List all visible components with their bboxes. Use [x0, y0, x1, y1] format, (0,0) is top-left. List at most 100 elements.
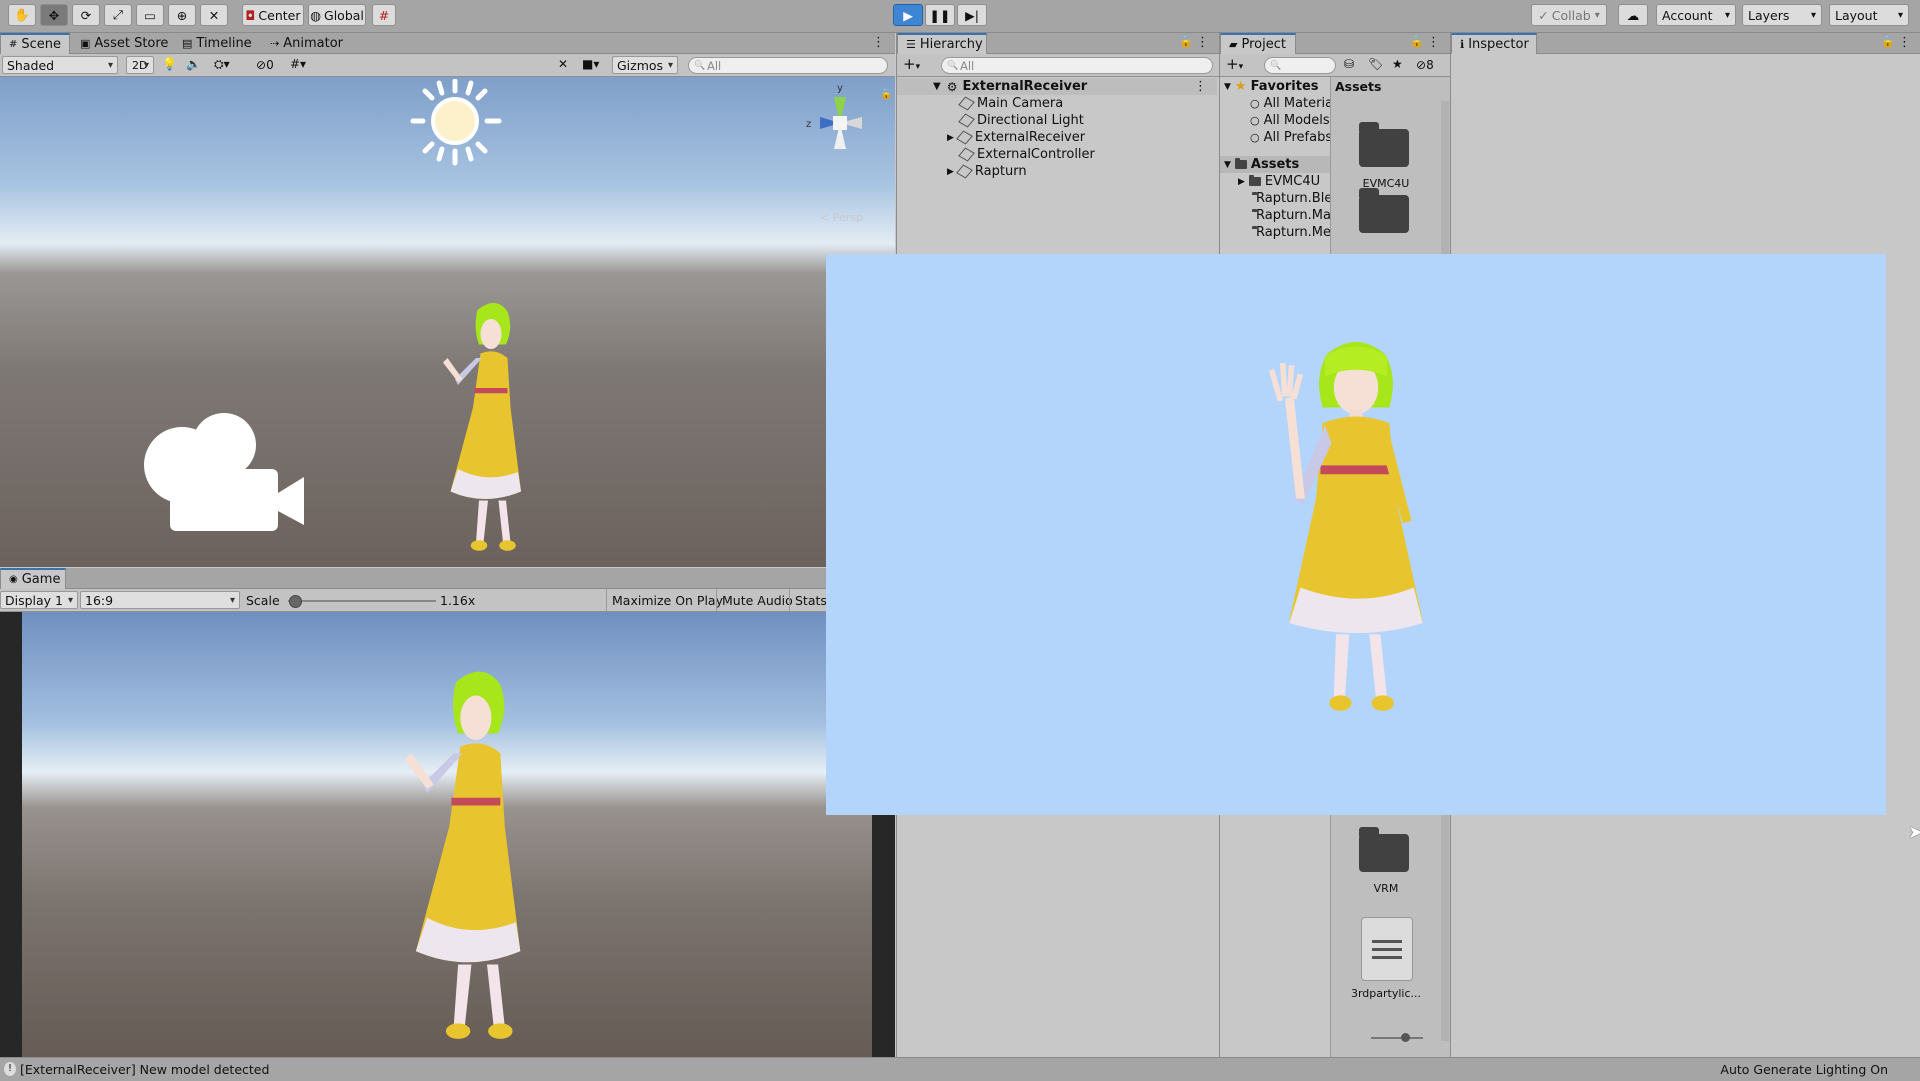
project-tabbar: ▰ Project 🔒 ⋮: [1220, 33, 1450, 54]
inspector-tabbar: ℹ Inspector 🔒 ⋮: [1451, 33, 1920, 54]
avatar-scene-model[interactable]: [430, 295, 540, 565]
expand-arrow-icon[interactable]: ▼: [1224, 160, 1231, 170]
expand-arrow-icon[interactable]: ▶: [1238, 177, 1245, 187]
hierarchy-item-external-controller[interactable]: ExternalController: [897, 146, 1217, 163]
store-icon: ▣: [80, 37, 91, 50]
tab-scene[interactable]: # Scene: [0, 33, 70, 54]
layout-dropdown[interactable]: Layout ▾: [1829, 4, 1909, 26]
lock-icon[interactable]: 🔒: [880, 89, 892, 100]
more-options-icon[interactable]: ⋮: [1194, 79, 1207, 94]
expand-arrow-icon[interactable]: ▼: [1224, 82, 1231, 92]
lock-icon[interactable]: 🔒: [1179, 35, 1193, 48]
favorite-star-icon[interactable]: ★: [1392, 57, 1403, 71]
asset-folder-item[interactable]: ▶ EVMC4U: [1220, 173, 1330, 190]
step-button[interactable]: ▶|: [957, 4, 987, 26]
hierarchy-item-directional-light[interactable]: Directional Light: [897, 112, 1217, 129]
add-icon[interactable]: +▾: [903, 55, 920, 73]
gizmos-dropdown[interactable]: Gizmos: [612, 56, 678, 74]
add-icon[interactable]: +▾: [1226, 55, 1243, 73]
expand-arrow-icon[interactable]: ▶: [947, 133, 954, 143]
effects-icon[interactable]: ⛭▾: [214, 57, 230, 72]
persp-label[interactable]: < Persp: [820, 211, 863, 224]
mute-audio-toggle[interactable]: Mute Audio: [716, 589, 798, 611]
grid-toggle-icon[interactable]: #▾: [290, 57, 306, 71]
tab-inspector[interactable]: ℹ Inspector: [1451, 33, 1537, 54]
favorite-item[interactable]: ○ All Materia: [1220, 95, 1330, 112]
console-message[interactable]: [ExternalReceiver] New model detected: [20, 1062, 269, 1077]
asset-grid-item[interactable]: EVMC4U: [1331, 117, 1441, 197]
collab-dropdown[interactable]: ✓ Collab ▾: [1531, 4, 1607, 26]
move-tool-icon[interactable]: ✥: [40, 4, 68, 26]
expand-arrow-icon[interactable]: ▼: [933, 81, 941, 92]
shading-mode-dropdown[interactable]: Shaded: [2, 56, 118, 74]
camera-settings-icon[interactable]: ■▾: [582, 57, 599, 71]
favorite-item[interactable]: ○ All Models: [1220, 112, 1330, 129]
scale-slider[interactable]: [288, 595, 436, 608]
tab-project[interactable]: ▰ Project: [1220, 33, 1296, 54]
gameobject-icon: [958, 96, 975, 111]
scene-icon: ⚙: [946, 79, 958, 94]
assets-header[interactable]: ▼ Assets: [1220, 156, 1330, 173]
lock-icon[interactable]: 🔒: [1410, 35, 1424, 48]
hierarchy-item-main-camera[interactable]: Main Camera: [897, 95, 1217, 112]
hidden-packages-counter[interactable]: ⊘8: [1416, 58, 1434, 72]
hidden-objects-counter[interactable]: ⊘0: [256, 58, 274, 72]
hierarchy-scene-root[interactable]: ▼ ⚙ ExternalReceiver ⋮: [897, 78, 1217, 95]
asset-folder-item[interactable]: Rapturn.Ma: [1220, 207, 1330, 224]
search-by-label-icon[interactable]: 🏷: [1368, 57, 1383, 71]
2d-toggle[interactable]: 2D: [126, 56, 154, 74]
play-button[interactable]: ▶: [893, 4, 923, 26]
more-options-icon[interactable]: ⋮: [1898, 35, 1911, 50]
tab-timeline[interactable]: ▤ Timeline: [174, 33, 260, 54]
scene-viewport[interactable]: y z 🔒 < Persp: [0, 77, 895, 567]
more-options-icon[interactable]: ⋮: [872, 35, 885, 50]
aspect-dropdown[interactable]: 16:9: [80, 591, 240, 609]
pivot-toggle[interactable]: ◘ Center: [242, 4, 304, 26]
hierarchy-item-external-receiver[interactable]: ▶ ExternalReceiver: [897, 129, 1217, 146]
expand-arrow-icon[interactable]: ▶: [947, 167, 954, 177]
maximize-on-play-toggle[interactable]: Maximize On Play: [606, 589, 728, 611]
rect-tool-icon[interactable]: ▭: [136, 4, 164, 26]
hierarchy-search-input[interactable]: All: [941, 57, 1213, 74]
asset-folder-item[interactable]: Rapturn.Ble: [1220, 190, 1330, 207]
favorite-item[interactable]: ○ All Prefabs: [1220, 129, 1330, 146]
more-options-icon[interactable]: ⋮: [1196, 35, 1209, 50]
external-preview-window[interactable]: [826, 254, 1886, 815]
transform-tool-icon[interactable]: ⊕: [168, 4, 196, 26]
search-by-type-icon[interactable]: ⛁: [1344, 57, 1354, 71]
rotate-tool-icon[interactable]: ⟳: [72, 4, 100, 26]
favorites-header[interactable]: ▼ ★ Favorites: [1220, 78, 1330, 95]
lighting-toggle-icon[interactable]: 💡: [162, 57, 177, 71]
space-toggle[interactable]: ◍ Global: [308, 4, 366, 26]
snap-icon[interactable]: #: [372, 4, 396, 26]
game-view[interactable]: [22, 612, 872, 1057]
scene-orientation-gizmo[interactable]: y z 🔒: [800, 83, 892, 163]
pause-button[interactable]: ❚❚: [925, 4, 955, 26]
tab-asset-store[interactable]: ▣ Asset Store: [72, 33, 176, 54]
display-dropdown[interactable]: Display 1: [0, 591, 78, 609]
custom-tool-icon[interactable]: ✕: [200, 4, 228, 26]
lock-icon[interactable]: 🔒: [1881, 35, 1895, 48]
hierarchy-tabbar: ☰ Hierarchy 🔒 ⋮: [897, 33, 1219, 54]
asset-grid-item[interactable]: 3rdpartylic...: [1331, 917, 1441, 1007]
hand-tool-icon[interactable]: ✋: [8, 4, 36, 26]
layers-dropdown[interactable]: Layers ▾: [1742, 4, 1822, 26]
audio-toggle-icon[interactable]: 🔈: [186, 57, 201, 71]
icon-size-slider[interactable]: [1371, 1033, 1423, 1042]
tools-icon[interactable]: ✕: [558, 57, 568, 71]
scene-search-input[interactable]: All: [688, 57, 888, 74]
tab-hierarchy[interactable]: ☰ Hierarchy: [897, 33, 987, 54]
asset-folder-item[interactable]: Rapturn.Me: [1220, 224, 1330, 241]
hierarchy-item-rapturn[interactable]: ▶ Rapturn: [897, 163, 1217, 180]
project-search-input[interactable]: [1264, 57, 1336, 74]
tab-animator[interactable]: ⇢ Animator: [262, 33, 351, 54]
star-icon: ★: [1234, 79, 1247, 94]
scale-tool-icon[interactable]: ⤢: [104, 4, 132, 26]
cloud-icon[interactable]: ☁: [1618, 4, 1648, 26]
account-dropdown[interactable]: Account ▾: [1656, 4, 1736, 26]
game-letterbox-left: [0, 612, 22, 1057]
more-options-icon[interactable]: ⋮: [1427, 35, 1440, 50]
asset-grid-item[interactable]: VRM: [1331, 822, 1441, 902]
scale-slider-thumb[interactable]: [289, 595, 303, 608]
tab-game[interactable]: ◉ Game: [0, 568, 66, 589]
